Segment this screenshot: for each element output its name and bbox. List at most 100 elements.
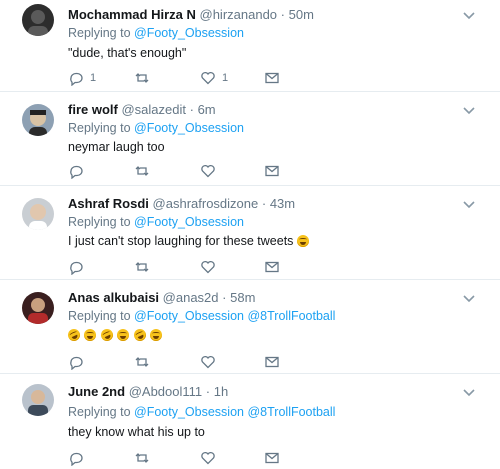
- retweet-icon: [135, 262, 149, 272]
- mention-link[interactable]: @Footy_Obsession: [134, 309, 244, 323]
- tweet-actions: [68, 162, 288, 180]
- replying-label: Replying to: [68, 121, 131, 135]
- separator-dot: ·: [205, 384, 211, 399]
- like-button[interactable]: [200, 449, 222, 467]
- separator-dot: ·: [261, 196, 267, 211]
- timestamp[interactable]: 50m: [289, 7, 314, 22]
- handle[interactable]: @hirzanando: [200, 7, 278, 22]
- reply-button[interactable]: 1: [68, 69, 96, 87]
- reply-button[interactable]: [68, 162, 90, 180]
- tweet-item[interactable]: Ashraf Rosdi @ashrafrosdizone · 43m Repl…: [0, 186, 500, 280]
- tweet-actions: [68, 449, 288, 467]
- dm-button[interactable]: [264, 69, 280, 87]
- reply-icon: [70, 261, 83, 275]
- tweet-text-content: I just can't stop laughing for these twe…: [68, 234, 294, 248]
- separator-dot: ·: [280, 7, 285, 22]
- mention-link[interactable]: @Footy_Obsession: [134, 26, 244, 40]
- retweet-icon: [135, 453, 149, 463]
- heart-icon: [201, 451, 215, 465]
- retweet-button[interactable]: [134, 162, 156, 180]
- avatar[interactable]: [22, 4, 54, 36]
- laughing-emoji-icon: [117, 329, 130, 341]
- heart-icon: [201, 71, 215, 85]
- reply-count: 1: [90, 72, 97, 84]
- envelope-icon: [265, 452, 279, 464]
- rofl-emoji-icon: [98, 327, 115, 343]
- laughing-emoji-icon: [150, 329, 163, 341]
- dm-button[interactable]: [264, 258, 280, 276]
- avatar[interactable]: [22, 292, 54, 324]
- retweet-button[interactable]: [134, 449, 156, 467]
- like-button[interactable]: 1: [200, 69, 228, 87]
- timestamp[interactable]: 6m: [198, 102, 216, 117]
- mention-link[interactable]: @Footy_Obsession: [134, 215, 244, 229]
- timestamp[interactable]: 1h: [214, 384, 228, 399]
- tweet-header: fire wolf @salazedit · 6m: [68, 102, 216, 117]
- dm-button[interactable]: [264, 353, 280, 371]
- mention-link[interactable]: @Footy_Obsession: [134, 405, 244, 419]
- like-button[interactable]: [200, 258, 222, 276]
- reply-button[interactable]: [68, 353, 90, 371]
- reply-icon: [70, 72, 83, 86]
- tweet-actions: [68, 353, 288, 371]
- timestamp[interactable]: 58m: [230, 290, 255, 305]
- chevron-down-icon[interactable]: [462, 388, 476, 398]
- display-name[interactable]: Ashraf Rosdi: [68, 196, 149, 211]
- mention-link[interactable]: @8TrollFootball: [247, 309, 335, 323]
- replying-label: Replying to: [68, 405, 131, 419]
- envelope-icon: [265, 72, 279, 84]
- mention-link[interactable]: @Footy_Obsession: [134, 121, 244, 135]
- timestamp[interactable]: 43m: [270, 196, 295, 211]
- retweet-button[interactable]: [134, 69, 156, 87]
- reply-icon: [70, 165, 83, 179]
- avatar[interactable]: [22, 198, 54, 230]
- tweet-text: they know what his up to: [68, 425, 205, 439]
- display-name[interactable]: Anas alkubaisi: [68, 290, 159, 305]
- tweet-emoji-row: [66, 327, 163, 343]
- tweet-text: I just can't stop laughing for these twe…: [68, 234, 310, 248]
- chevron-down-icon[interactable]: [462, 11, 476, 21]
- tweet-text: neymar laugh too: [68, 140, 165, 154]
- tweet-header: Anas alkubaisi @anas2d · 58m: [68, 290, 255, 305]
- chevron-down-icon[interactable]: [462, 200, 476, 210]
- like-button[interactable]: [200, 162, 222, 180]
- handle[interactable]: @salazedit: [121, 102, 186, 117]
- tweet-item[interactable]: June 2nd @Abdool111 · 1h Replying to @Fo…: [0, 374, 500, 469]
- retweet-button[interactable]: [134, 353, 156, 371]
- tweet-actions: [68, 258, 288, 276]
- tweet-header: Ashraf Rosdi @ashrafrosdizone · 43m: [68, 196, 295, 211]
- dm-button[interactable]: [264, 449, 280, 467]
- heart-icon: [201, 355, 215, 369]
- handle[interactable]: @Abdool111: [129, 384, 202, 399]
- retweet-icon: [135, 73, 149, 83]
- envelope-icon: [265, 165, 279, 177]
- tweet-item[interactable]: Anas alkubaisi @anas2d · 58m Replying to…: [0, 280, 500, 374]
- replying-label: Replying to: [68, 215, 131, 229]
- reply-icon: [70, 356, 83, 370]
- display-name[interactable]: June 2nd: [68, 384, 125, 399]
- reply-feed: Mochammad Hirza N @hirzanando · 50m Repl…: [0, 0, 500, 469]
- replying-to: Replying to @Footy_Obsession: [68, 121, 244, 135]
- like-count: 1: [222, 72, 229, 84]
- chevron-down-icon[interactable]: [462, 294, 476, 304]
- display-name[interactable]: fire wolf: [68, 102, 118, 117]
- display-name[interactable]: Mochammad Hirza N: [68, 7, 196, 22]
- dm-button[interactable]: [264, 162, 280, 180]
- avatar[interactable]: [22, 104, 54, 136]
- mention-link[interactable]: @8TrollFootball: [247, 405, 335, 419]
- reply-button[interactable]: [68, 258, 90, 276]
- retweet-button[interactable]: [134, 258, 156, 276]
- reply-button[interactable]: [68, 449, 90, 467]
- handle[interactable]: @ashrafrosdizone: [153, 196, 259, 211]
- avatar[interactable]: [22, 384, 54, 416]
- replying-to: Replying to @Footy_Obsession: [68, 26, 244, 40]
- separator-dot: ·: [189, 102, 194, 117]
- tweet-header: Mochammad Hirza N @hirzanando · 50m: [68, 7, 314, 22]
- envelope-icon: [265, 356, 279, 368]
- retweet-icon: [135, 166, 149, 176]
- tweet-item[interactable]: fire wolf @salazedit · 6m Replying to @F…: [0, 92, 500, 186]
- handle[interactable]: @anas2d: [163, 290, 219, 305]
- chevron-down-icon[interactable]: [462, 106, 476, 116]
- like-button[interactable]: [200, 353, 222, 371]
- tweet-item[interactable]: Mochammad Hirza N @hirzanando · 50m Repl…: [0, 0, 500, 92]
